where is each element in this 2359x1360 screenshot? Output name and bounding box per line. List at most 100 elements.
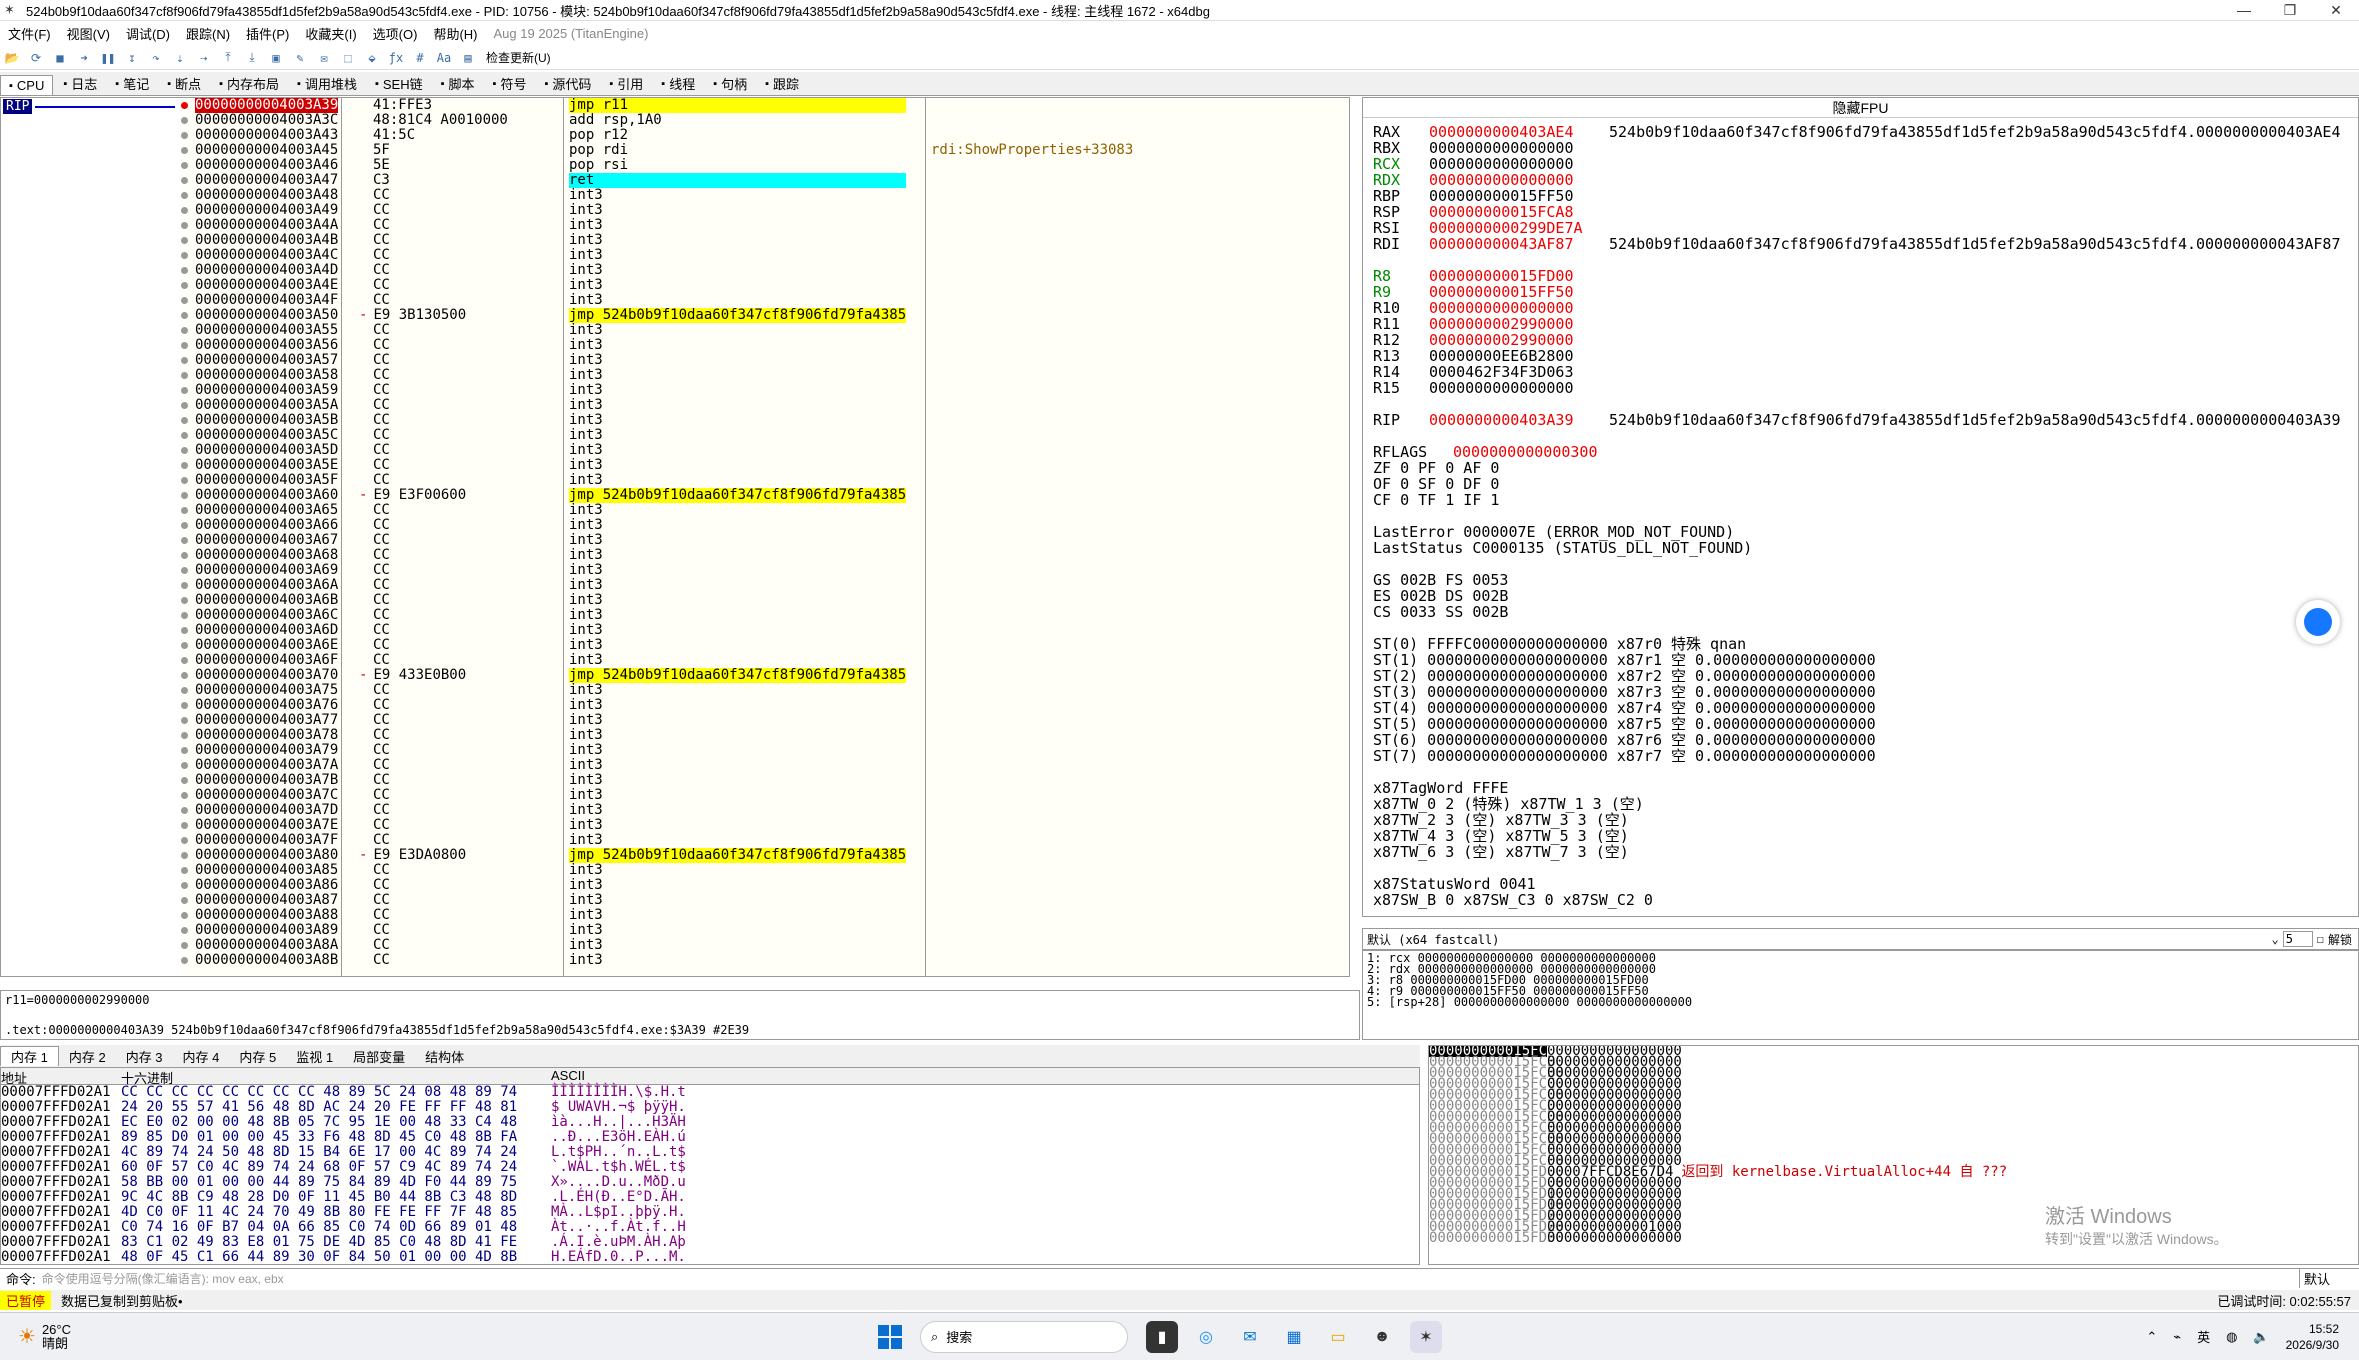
tab-7[interactable]: ▪ 脚本 [433,72,483,95]
run-to-user-icon[interactable]: ⤓ [242,49,262,67]
weather-widget[interactable]: ☀ 26°C 晴朗 [18,1322,878,1351]
dump-tab[interactable]: 内存 1 [0,1046,59,1066]
patch-icon[interactable]: ✎ [290,49,310,67]
scylla-icon[interactable]: ▣ [266,49,286,67]
open-icon[interactable]: 📂 [2,49,22,67]
disasm-row[interactable]: 00000000004003A80 [180,848,338,863]
dump-tab[interactable]: 内存 3 [116,1047,173,1066]
disasm-row[interactable]: 00000000004003A87 [180,893,338,908]
menu-item[interactable]: 选项(O) [365,24,426,43]
command-mode-select[interactable]: 默认 [2299,1269,2359,1288]
check-update-button[interactable]: 检查更新(U) [486,49,551,66]
chevron-down-icon[interactable]: ⌄ [2272,932,2279,946]
taskbar-search[interactable]: ⌕ 搜索 [920,1320,1128,1353]
disasm-row[interactable]: 00000000004003A8A [180,938,338,953]
disasm-row[interactable]: 00000000004003A76 [180,698,338,713]
disasm-row[interactable]: 00000000004003A5E [180,458,338,473]
disasm-row[interactable]: 00000000004003A59 [180,383,338,398]
disasm-row[interactable]: 00000000004003A4A [180,218,338,233]
stack-arguments-view[interactable]: 1: rcx 0000000000000000 0000000000000000… [1362,950,2359,1040]
disasm-row[interactable]: 00000000004003A7D [180,803,338,818]
restart-icon[interactable]: ⟳ [26,49,46,67]
menu-item[interactable]: 收藏夹(I) [297,24,364,43]
disasm-row[interactable]: 00000000004003A77 [180,713,338,728]
close-debug-icon[interactable]: ■ [50,49,70,67]
tab-4[interactable]: ▪ 内存布局 [211,72,287,95]
register-row[interactable]: RDX 0000000000000000 [1373,172,2348,188]
dump-row[interactable]: 00007FFFD02A1 83 C1 02 49 83 E8 01 75 DE … [1,1235,1419,1250]
chevron-up-icon[interactable]: ⌃ [2146,1329,2157,1345]
disasm-row[interactable]: 00000000004003A60 [180,488,338,503]
dump-row[interactable]: 00007FFFD02A1 4D C0 0F 11 4C 24 70 49 8B … [1,1205,1419,1220]
register-row[interactable]: R13 00000000EE6B2800 [1373,348,2348,364]
menu-item[interactable]: 跟踪(N) [178,24,238,43]
ime-indicator[interactable]: 英 [2197,1327,2210,1346]
disasm-row[interactable]: 00000000004003A57 [180,353,338,368]
step-into-icon[interactable]: ↧ [122,49,142,67]
label-icon[interactable]: ⬚ [338,49,358,67]
disasm-row[interactable]: 00000000004003A78 [180,728,338,743]
disasm-row[interactable]: 00000000004003A7B [180,773,338,788]
hide-fpu-button[interactable]: 隐藏FPU [1363,98,2358,118]
disasm-row[interactable]: 00000000004003A46 [180,158,338,173]
tab-12[interactable]: ▪ 句柄 [705,72,755,95]
tab-2[interactable]: ▪ 笔记 [107,72,157,95]
task-view-icon[interactable]: ▮ [1146,1320,1178,1353]
tab-6[interactable]: ▪ SEH链 [367,72,431,95]
memory-dump[interactable]: 地址 十六进制 ASCII 00007FFFD02A1 CC CC CC CC C… [0,1067,1420,1265]
disassembly-view[interactable]: RIP 00000000004003A39 00000000004003A3C 00… [0,97,1350,977]
disasm-row[interactable]: 00000000004003A55 [180,323,338,338]
disasm-row[interactable]: 00000000004003A5D [180,443,338,458]
register-row[interactable]: RBX 0000000000000000 [1373,140,2348,156]
minimize-button[interactable]: — [2221,2,2267,18]
calc-icon[interactable]: ▤ [458,49,478,67]
tab-10[interactable]: ▪ 引用 [601,72,651,95]
dump-row[interactable]: 00007FFFD02A1 C0 74 16 0F B7 04 0A 66 85 … [1,1220,1419,1235]
dump-tab[interactable]: 内存 5 [229,1047,286,1066]
dump-row[interactable]: 00007FFFD02A1 89 85 D0 01 00 00 45 33 F6 … [1,1130,1419,1145]
dump-row[interactable]: 00007FFFD02A1 24 20 55 57 41 56 48 8D AC … [1,1100,1419,1115]
register-row[interactable]: R9 000000000015FF50 [1373,284,2348,300]
disasm-row[interactable]: 00000000004003A4F [180,293,338,308]
disasm-row[interactable]: 00000000004003A39 [180,98,339,113]
register-row[interactable]: RDI 000000000043AF87 524b0b9f10daa60f347cf… [1373,236,2348,252]
dump-row[interactable]: 00007FFFD02A1 CC CC CC CC CC CC CC CC 48 … [1,1085,1419,1100]
tab-1[interactable]: ▪ 日志 [55,72,105,95]
menu-item[interactable]: 帮助(H) [425,24,485,43]
disasm-row[interactable]: 00000000004003A89 [180,923,338,938]
disasm-row[interactable]: 00000000004003A65 [180,503,338,518]
register-row[interactable]: RAX 0000000000403AE4 524b0b9f10daa60f347cf… [1373,124,2348,140]
run-icon[interactable]: ➜ [74,49,94,67]
dump-tab[interactable]: 内存 4 [173,1047,230,1066]
disasm-row[interactable]: 00000000004003A4D [180,263,338,278]
pause-icon[interactable]: ❚❚ [98,49,118,67]
disasm-row[interactable]: 00000000004003A5C [180,428,338,443]
tab-9[interactable]: ▪ 源代码 [536,72,599,95]
globe-icon[interactable]: ◍ [2226,1329,2237,1345]
register-row[interactable]: R10 0000000000000000 [1373,300,2348,316]
disasm-row[interactable]: 00000000004003A6B [180,593,338,608]
tab-13[interactable]: ▪ 跟踪 [757,72,807,95]
registers-panel[interactable]: 隐藏FPU RAX 0000000000403AE4 524b0b9f10daa60… [1362,97,2359,917]
stack-arg-row[interactable]: 5: [rsp+28] 0000000000000000 00000000000… [1367,996,2354,1008]
dump-row[interactable]: 00007FFFD02A1 4C 89 74 24 50 48 8D 15 B4 … [1,1145,1419,1160]
edge-icon[interactable]: ◎ [1190,1321,1222,1353]
dump-row[interactable]: 00007FFFD02A1 EC E0 02 00 00 48 8B 05 7C … [1,1115,1419,1130]
outlook-icon[interactable]: ✉ [1234,1321,1266,1353]
store-icon[interactable]: ▦ [1278,1321,1310,1353]
disasm-row[interactable]: 00000000004003A79 [180,743,338,758]
dump-row[interactable]: 00007FFFD02A1 48 0F 45 C1 66 44 89 30 0F … [1,1250,1419,1265]
disasm-row[interactable]: 00000000004003A58 [180,368,338,383]
tab-0[interactable]: ▪ CPU [0,75,54,95]
disasm-row[interactable]: 00000000004003A7A [180,758,338,773]
disasm-row[interactable]: 00000000004003A70 [180,668,338,683]
register-row[interactable]: RCX 0000000000000000 [1373,156,2348,172]
trace-over-icon[interactable]: ⇢ [194,49,214,67]
close-button[interactable]: ✕ [2313,2,2359,19]
disasm-row[interactable]: 00000000004003A75 [180,683,338,698]
unlock-checkbox[interactable]: ☐ [2317,932,2324,946]
disasm-row[interactable]: 00000000004003A6A [180,578,338,593]
rflags-row[interactable]: RFLAGS 0000000000000300 [1373,444,2348,460]
dump-row[interactable]: 00007FFFD02A1 60 0F 57 C0 4C 89 74 24 68 … [1,1160,1419,1175]
disasm-row[interactable]: 00000000004003A66 [180,518,338,533]
